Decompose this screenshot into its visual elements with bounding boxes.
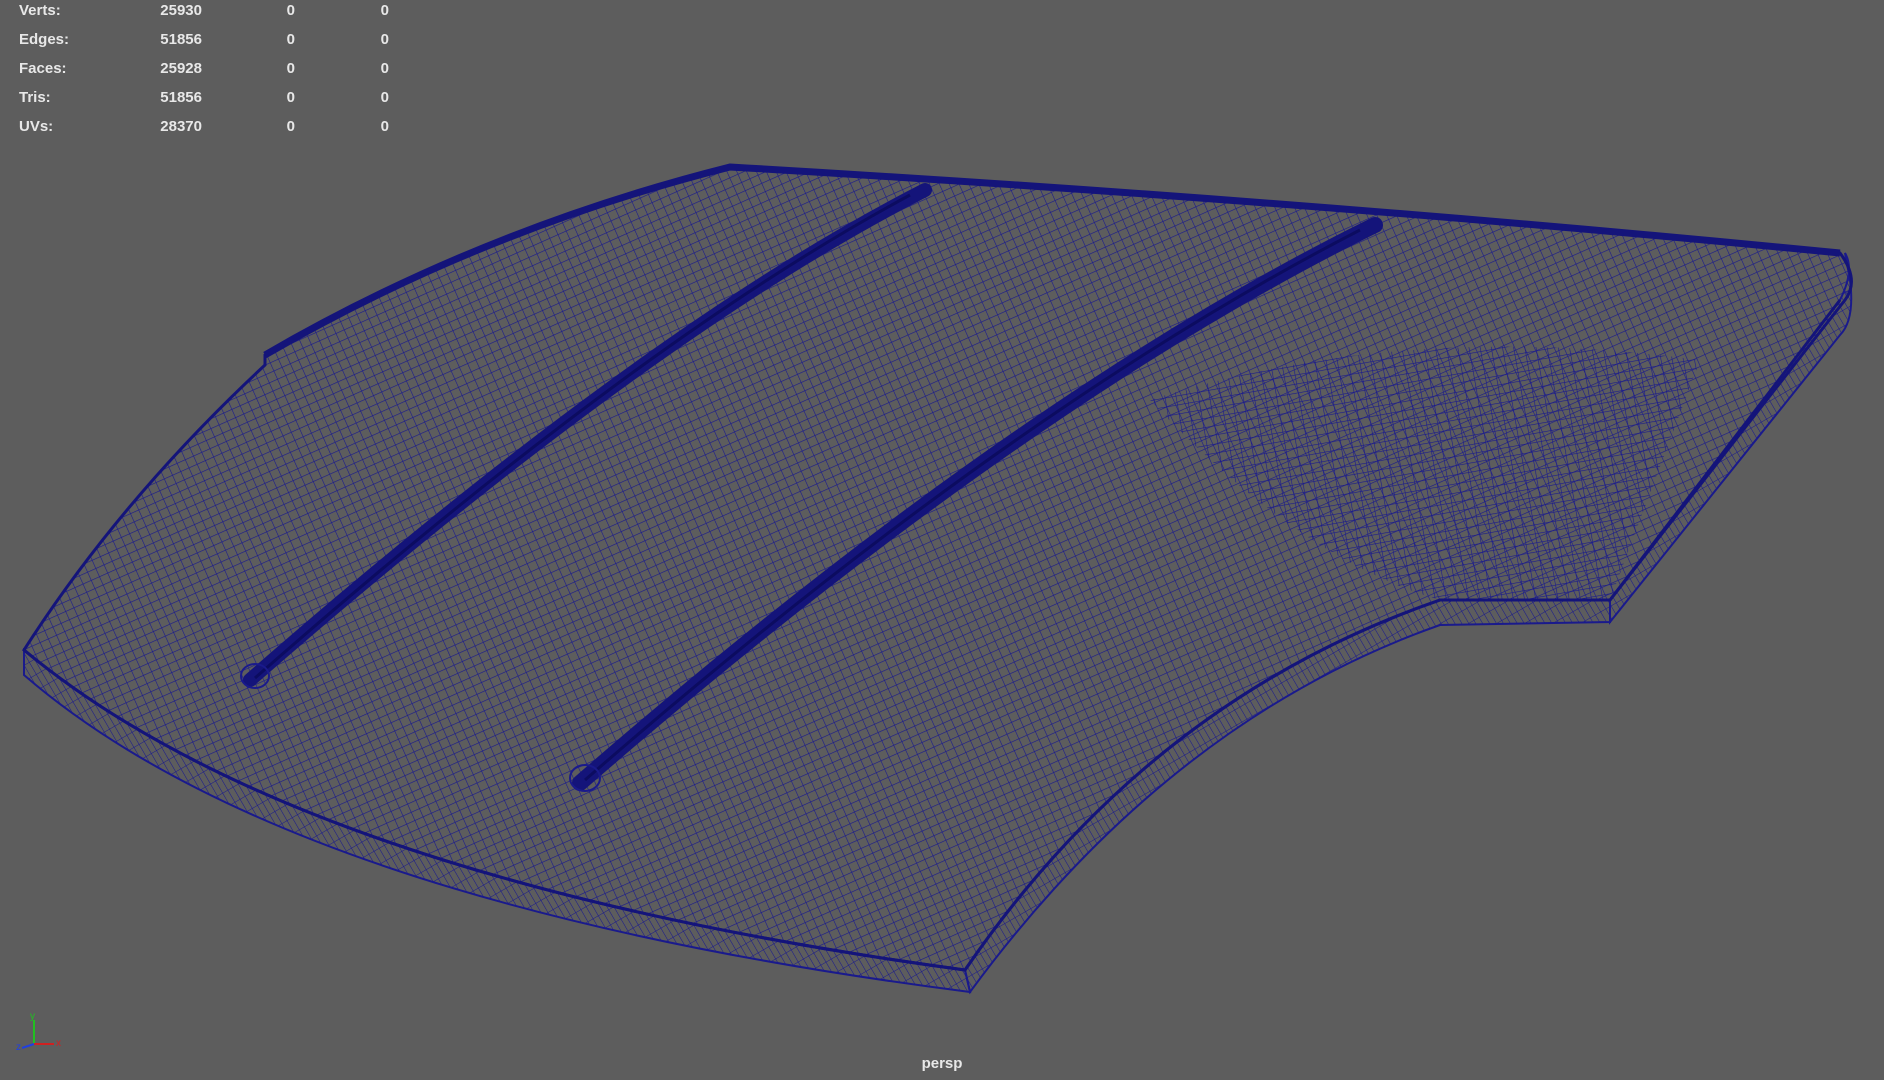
hud-value: 0 — [380, 60, 389, 77]
axis-z-label: z — [16, 1042, 21, 1053]
camera-label: persp — [921, 1055, 963, 1072]
axis-x-label: x — [56, 1038, 61, 1049]
hud-value: 0 — [380, 31, 389, 48]
axis-gizmo-icon: y x z — [16, 1011, 61, 1053]
hud-row-edges: Edges: 51856 0 0 — [19, 31, 389, 60]
hud-row-uvs: UVs: 28370 0 0 — [19, 118, 389, 147]
viewport-3d[interactable] — [0, 0, 1884, 1080]
hud-value: 51856 — [160, 89, 202, 106]
hud-value: 0 — [380, 118, 389, 135]
hud-row-faces: Faces: 25928 0 0 — [19, 60, 389, 89]
hud-label: Tris: — [19, 89, 51, 106]
axis-y-label: y — [30, 1011, 35, 1022]
poly-count-hud: Verts: 25930 0 0 Edges: 51856 0 0 Faces:… — [19, 2, 389, 147]
hud-value: 0 — [286, 60, 295, 77]
hud-row-verts: Verts: 25930 0 0 — [19, 2, 389, 31]
hud-label: Edges: — [19, 31, 70, 48]
hud-value: 0 — [380, 2, 389, 19]
hud-label: UVs: — [19, 118, 54, 135]
hud-value: 28370 — [160, 118, 202, 135]
hud-label: Faces: — [19, 60, 67, 77]
hud-value: 0 — [380, 89, 389, 106]
hood-mesh[interactable] — [22, 163, 1853, 995]
hud-value: 0 — [286, 118, 295, 135]
hud-value: 0 — [286, 31, 295, 48]
hud-label: Verts: — [19, 2, 61, 19]
hud-value: 51856 — [160, 31, 202, 48]
hud-row-tris: Tris: 51856 0 0 — [19, 89, 389, 118]
hud-value: 0 — [286, 89, 295, 106]
hud-value: 0 — [286, 2, 295, 19]
hud-value: 25928 — [160, 60, 202, 77]
hud-value: 25930 — [160, 2, 202, 19]
